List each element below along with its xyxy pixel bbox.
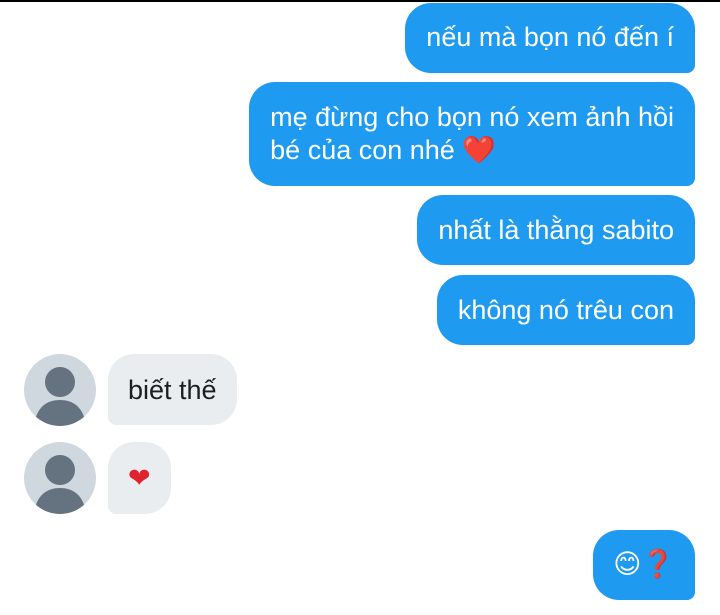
heart-emoji-icon: ❤: [128, 463, 151, 494]
message-text-line: bé của con nhé: [270, 135, 455, 165]
message-text: biết thế: [128, 375, 217, 405]
smile-question-emoji-icon: 😊❓: [613, 549, 675, 579]
heart-emoji-icon: ❤️: [462, 135, 496, 166]
outgoing-message[interactable]: không nó trêu con: [436, 275, 695, 345]
incoming-message[interactable]: biết thế: [108, 354, 237, 425]
incoming-message[interactable]: ❤: [108, 442, 171, 514]
message-text: không nó trêu con: [457, 295, 674, 325]
outgoing-message[interactable]: nếu mà bọn nó đến í: [405, 3, 695, 73]
default-user-avatar-icon: [34, 455, 86, 514]
contact-avatar[interactable]: [24, 442, 96, 514]
outgoing-message[interactable]: 😊❓: [593, 530, 695, 600]
outgoing-message[interactable]: mẹ đừng cho bọn nó xem ảnh hồi bé của co…: [249, 82, 695, 186]
message-text-line: mẹ đừng cho bọn nó xem ảnh hồi: [270, 102, 674, 132]
message-text: nhất là thằng sabito: [438, 215, 674, 245]
outgoing-message[interactable]: nhất là thằng sabito: [417, 195, 695, 265]
contact-avatar[interactable]: [24, 354, 96, 426]
top-divider: [0, 0, 720, 2]
message-text: nếu mà bọn nó đến í: [426, 22, 674, 52]
default-user-avatar-icon: [34, 367, 86, 426]
